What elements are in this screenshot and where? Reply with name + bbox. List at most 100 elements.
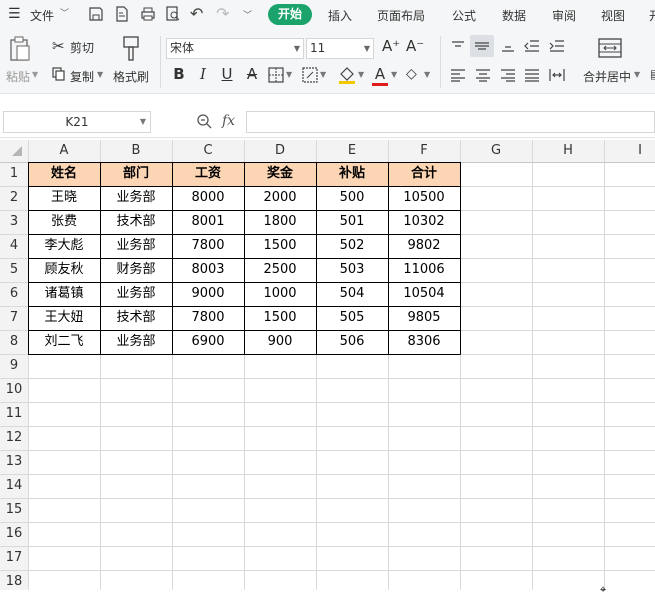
table-cell[interactable]: 1500 <box>244 234 316 258</box>
column-header[interactable]: E <box>316 140 388 162</box>
row-header[interactable]: 12 <box>0 426 28 450</box>
row-header[interactable]: 16 <box>0 522 28 546</box>
table-cell[interactable]: 业务部 <box>100 282 172 306</box>
table-cell[interactable]: 张费 <box>28 210 100 234</box>
wrap-text-icon[interactable]: ▤ <box>650 67 655 81</box>
table-cell[interactable]: 9802 <box>388 234 460 258</box>
table-cell[interactable]: 2000 <box>244 186 316 210</box>
clear-format-icon[interactable]: ◇ <box>406 66 417 82</box>
row-header[interactable]: 10 <box>0 378 28 402</box>
table-cell[interactable]: 8000 <box>172 186 244 210</box>
table-header-cell[interactable]: 工资 <box>172 162 244 186</box>
scissors-icon[interactable]: ✂ <box>52 37 65 55</box>
name-box[interactable]: K21 ▼ <box>3 111 151 133</box>
undo-icon[interactable]: ↶ <box>190 4 203 23</box>
zoom-icon[interactable] <box>196 113 212 129</box>
tab-review[interactable]: 审阅 <box>552 7 576 24</box>
row-header[interactable]: 18 <box>0 570 28 590</box>
increase-indent-icon[interactable] <box>549 39 565 53</box>
table-cell[interactable]: 502 <box>316 234 388 258</box>
chevron-down-icon[interactable]: ▼ <box>97 70 103 79</box>
align-top-icon[interactable] <box>450 40 466 54</box>
tab-formulas[interactable]: 公式 <box>452 7 476 24</box>
chevron-down-icon[interactable]: ▼ <box>32 70 38 79</box>
table-header-cell[interactable]: 部门 <box>100 162 172 186</box>
table-cell[interactable]: 王晓 <box>28 186 100 210</box>
align-bottom-icon[interactable] <box>500 40 516 54</box>
paste-icon[interactable] <box>8 36 32 62</box>
table-cell[interactable]: 8001 <box>172 210 244 234</box>
save-icon[interactable] <box>88 6 104 22</box>
table-cell[interactable]: 7800 <box>172 234 244 258</box>
formula-input[interactable] <box>246 111 655 133</box>
table-cell[interactable]: 2500 <box>244 258 316 282</box>
column-header[interactable]: G <box>460 140 532 162</box>
chevron-down-icon[interactable]: ﹀ <box>60 6 69 19</box>
table-cell[interactable]: 诸葛镇 <box>28 282 100 306</box>
underline-button[interactable]: U <box>218 65 236 83</box>
justify-icon[interactable] <box>524 68 540 82</box>
font-color-button[interactable]: A <box>371 65 389 83</box>
row-header[interactable]: 4 <box>0 234 28 258</box>
column-header[interactable]: A <box>28 140 100 162</box>
export-pdf-icon[interactable] <box>114 6 130 22</box>
table-cell[interactable]: 8306 <box>388 330 460 354</box>
file-menu[interactable]: 文件 <box>30 7 54 24</box>
cut-button[interactable]: 剪切 <box>70 39 94 56</box>
tab-insert[interactable]: 插入 <box>328 7 352 24</box>
paste-label[interactable]: 粘贴 <box>6 68 30 85</box>
align-left-icon[interactable] <box>450 68 466 82</box>
tab-data[interactable]: 数据 <box>502 7 526 24</box>
table-cell[interactable]: 李大彪 <box>28 234 100 258</box>
print-icon[interactable] <box>140 6 156 22</box>
increase-font-icon[interactable]: A⁺ <box>382 37 400 55</box>
table-cell[interactable]: 顾友秋 <box>28 258 100 282</box>
more-icon[interactable]: ﹀ <box>243 8 252 21</box>
format-painter-button[interactable]: 格式刷 <box>113 68 149 85</box>
row-header[interactable]: 3 <box>0 210 28 234</box>
table-cell[interactable]: 503 <box>316 258 388 282</box>
row-header[interactable]: 9 <box>0 354 28 378</box>
distributed-align-icon[interactable] <box>549 67 565 83</box>
copy-icon[interactable] <box>52 67 66 81</box>
row-header[interactable]: 5 <box>0 258 28 282</box>
spreadsheet-grid[interactable]: A B C D E F G H I 1 2 3 4 5 6 7 8 9 10 11 12 13 14 15 16 17 18 姓名 部门… <box>0 140 655 590</box>
insert-function-button[interactable]: fx <box>222 113 235 129</box>
merge-cells-icon[interactable] <box>598 38 622 58</box>
chevron-down-icon[interactable]: ▼ <box>424 70 430 79</box>
table-cell[interactable]: 501 <box>316 210 388 234</box>
column-header[interactable]: F <box>388 140 460 162</box>
table-cell[interactable]: 10504 <box>388 282 460 306</box>
chevron-down-icon[interactable]: ▼ <box>634 70 640 79</box>
table-header-cell[interactable]: 补贴 <box>316 162 388 186</box>
copy-button[interactable]: 复制 <box>70 68 94 85</box>
format-painter-icon[interactable] <box>120 36 142 62</box>
align-center-icon[interactable] <box>475 68 491 82</box>
table-cell[interactable]: 505 <box>316 306 388 330</box>
table-header-cell[interactable]: 合计 <box>388 162 460 186</box>
font-name-select[interactable]: 宋体 ▼ <box>166 38 304 59</box>
table-cell[interactable]: 6900 <box>172 330 244 354</box>
table-cell[interactable]: 刘二飞 <box>28 330 100 354</box>
strikethrough-button[interactable]: A <box>243 65 261 83</box>
row-header[interactable]: 11 <box>0 402 28 426</box>
merge-center-button[interactable]: 合并居中 <box>583 68 631 85</box>
tab-overflow[interactable]: 开 <box>649 7 655 24</box>
table-cell[interactable]: 11006 <box>388 258 460 282</box>
table-cell[interactable]: 504 <box>316 282 388 306</box>
table-cell[interactable]: 财务部 <box>100 258 172 282</box>
row-header[interactable]: 15 <box>0 498 28 522</box>
table-cell[interactable]: 1500 <box>244 306 316 330</box>
table-cell[interactable]: 1800 <box>244 210 316 234</box>
row-header[interactable]: 8 <box>0 330 28 354</box>
table-cell[interactable]: 900 <box>244 330 316 354</box>
bold-button[interactable]: B <box>170 65 188 83</box>
chevron-down-icon[interactable]: ▼ <box>320 70 326 79</box>
border-icon[interactable] <box>268 67 284 83</box>
table-cell[interactable]: 技术部 <box>100 306 172 330</box>
table-cell[interactable]: 1000 <box>244 282 316 306</box>
row-header[interactable]: 1 <box>0 162 28 186</box>
column-header[interactable]: C <box>172 140 244 162</box>
table-cell[interactable]: 506 <box>316 330 388 354</box>
tab-page-layout[interactable]: 页面布局 <box>377 7 425 24</box>
